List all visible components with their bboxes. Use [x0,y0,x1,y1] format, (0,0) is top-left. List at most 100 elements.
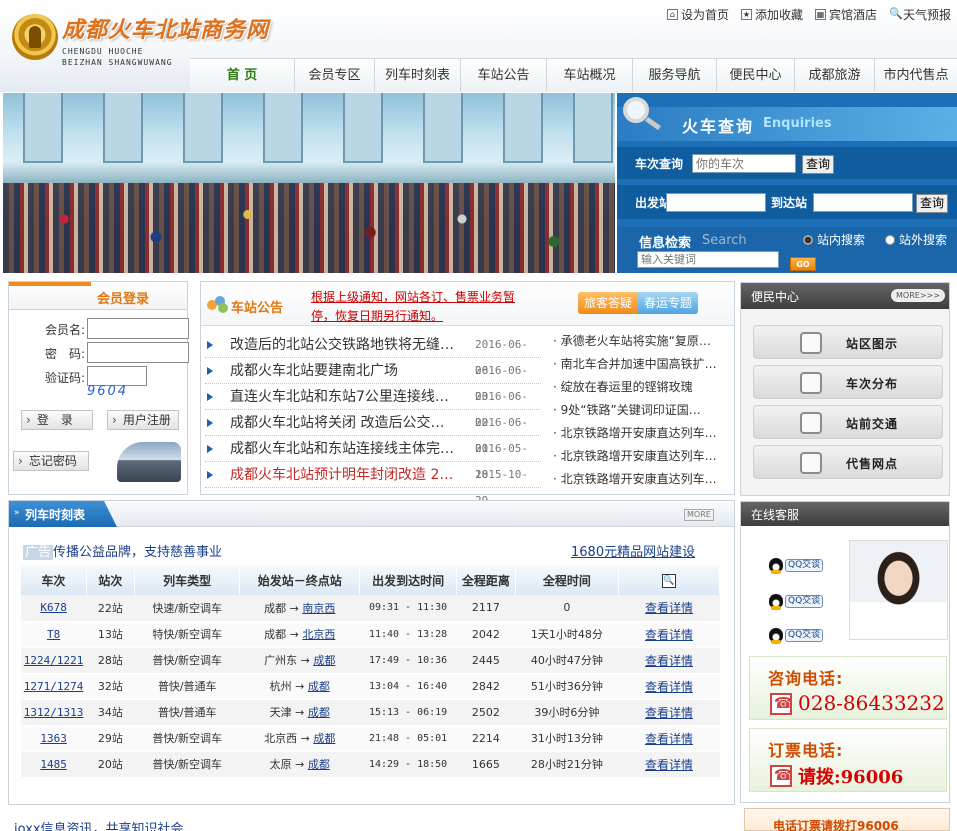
captcha-input[interactable] [87,366,147,386]
nav-item-service[interactable]: 服务导航 [632,58,716,92]
home-icon: ⌂ [666,9,678,20]
radio-site-search[interactable]: 站内搜索 [803,231,865,248]
from-station: 太原 [269,758,292,771]
toplink-hotel[interactable]: ▦ 宾馆酒店 [814,6,877,23]
convenience-item-ticket-agents[interactable]: 代售网点 [753,445,943,479]
notice-title: 车站公告 [231,301,284,316]
hotel-icon: ▦ [814,9,826,20]
qq-chat-button[interactable]: QQ交谈 [769,594,824,610]
timetable-more-button[interactable]: MORE [684,509,714,521]
nav-item-member[interactable]: 会员专区 [294,58,374,92]
list-item[interactable]: · 南北车合并加速中国高铁扩… [553,353,729,376]
toplink-weather[interactable]: 🔍 天气预报 [889,6,951,23]
to-station-link[interactable]: 成都 [308,706,330,719]
detail-link[interactable]: 查看详情 [618,621,720,648]
list-item[interactable]: · 承德老火车站将实施“复原… [553,330,729,353]
footer-left-text[interactable]: joxx信息资讯，共享知识社会 [14,818,184,831]
list-item[interactable]: 成都火车北站将关闭 改造后公交… 2016-06-01 [205,410,541,455]
notice-marquee[interactable]: 根据上级通知，网站各订、售票业务暂停，恢复日期另行通知。 [311,288,533,326]
column-header-search[interactable]: 🔍 [618,565,721,595]
convenience-item-station-map[interactable]: 站区图示 [753,325,943,359]
nav-item-home[interactable]: 首 页 [190,58,294,92]
detail-link[interactable]: 查看详情 [618,673,720,700]
detail-link[interactable]: 查看详情 [618,751,720,778]
list-item[interactable]: 改造后的北站公交铁路地铁将无缝… 2016-06-06 [205,332,541,377]
list-item[interactable]: 直连火车北站和东站7公里连接线… 2016-06-02 [205,384,541,429]
to-station-link[interactable]: 北京西 [302,628,335,641]
toplink-bookmark[interactable]: ★ 添加收藏 [740,6,803,23]
captcha-image[interactable]: 9604 [87,384,128,399]
list-item[interactable]: · 北京铁路增开安康直达列车… [553,445,729,468]
bookmark-icon: ★ [740,9,752,20]
to-station-link[interactable]: 成都 [308,680,330,693]
stops-cell: 28站 [86,647,135,674]
qq-chat-button[interactable]: QQ交谈 [769,558,824,574]
train-number-link[interactable]: K678 [21,595,87,622]
toplink-home[interactable]: ⌂ 设为首页 [666,6,729,23]
radio-web-search[interactable]: 站外搜索 [885,231,947,248]
detail-link[interactable]: 查看详情 [618,647,720,674]
list-item[interactable]: · 绽放在春运里的铿锵玫瑰 [553,376,729,399]
notice-text[interactable]: 成都火车北站和东站连接线主体完… [230,436,466,462]
timetable-title: 列车时刻表 [25,508,86,522]
notice-text[interactable]: 成都火车北站要建南北广场 [230,358,466,384]
password-input[interactable] [87,342,189,363]
train-no-query-button[interactable]: 查询 [802,155,835,174]
tab-passenger-qa[interactable]: 旅客答疑 [578,292,639,314]
station-query-button[interactable]: 查询 [916,194,949,213]
nav-item-agents[interactable]: 市内代售点 [874,58,957,92]
username-input[interactable] [87,318,189,339]
list-item[interactable]: · 北京铁路增开安康直达列车… [553,468,729,491]
notice-text[interactable]: 成都火车北站将关闭 改造后公交… [230,410,466,436]
keyword-input[interactable] [637,251,779,268]
arrow-icon: → [295,758,305,771]
notice-text[interactable]: 直连火车北站和东站7公里连接线… [230,384,466,410]
ad-banner-left[interactable]: 广告 传播公益品牌，支持慈善事业 [23,541,222,560]
to-station-input[interactable] [813,193,913,212]
list-item[interactable]: 成都火车北站和东站连接线主体完… 2016-05-18 [205,436,541,481]
tab-spring-festival[interactable]: 春运专题 [638,292,699,314]
notice-text[interactable]: 成都火车北站预计明年封闭改造 2… [230,462,466,488]
convenience-more-button[interactable]: MORE>>> [891,289,945,302]
list-item[interactable]: 成都火车北站要建南北广场 2016-06-03 [205,358,541,403]
train-type-cell: 普快/普通车 [134,699,240,726]
ad-banner-right[interactable]: 1680元精品网站建设 [571,541,695,560]
train-number-link[interactable]: 1312/1313 [21,699,87,726]
go-button[interactable]: GO [790,257,816,271]
to-station-link[interactable]: 成都 [313,654,335,667]
notice-text[interactable]: 改造后的北站公交铁路地铁将无缝… [230,332,466,358]
detail-link[interactable]: 查看详情 [618,699,720,726]
train-number-link[interactable]: 1363 [21,725,87,752]
footer-right-banner[interactable]: 电话订票请拨打96006 [744,808,950,831]
nav-item-tourism[interactable]: 成都旅游 [794,58,874,92]
nav-item-timetable[interactable]: 列车时刻表 [374,58,460,92]
from-station-input[interactable] [666,193,766,212]
register-button[interactable]: 用户注册 [107,410,179,430]
from-station: 天津 [269,706,292,719]
login-button[interactable]: 登 录 [21,410,93,430]
convenience-item-label: 站前交通 [846,417,899,431]
convenience-item-train-distribution[interactable]: 车次分布 [753,365,943,399]
list-item[interactable]: · 9处“铁路”关键词印证国… [553,399,729,422]
train-number-link[interactable]: T8 [21,621,87,648]
nav-item-overview[interactable]: 车站概况 [546,58,632,92]
list-item[interactable]: · 北京铁路增开安康直达列车… [553,422,729,445]
to-station-link[interactable]: 成都 [308,758,330,771]
to-station-link[interactable]: 成都 [313,732,335,745]
route-cell: 成都 → 北京西 [239,621,360,648]
to-station-link[interactable]: 南京西 [302,602,335,615]
site-title-en-line1: CHENGDU HUOCHE [62,47,144,56]
train-no-input[interactable] [692,154,796,173]
nav-item-convenience[interactable]: 便民中心 [716,58,794,92]
forgot-password-button[interactable]: 忘记密码 [13,451,89,471]
convenience-item-transport[interactable]: 站前交通 [753,405,943,439]
detail-link[interactable]: 查看详情 [618,725,720,752]
qq-chat-button[interactable]: QQ交谈 [769,628,824,644]
train-number-link[interactable]: 1224/1221 [21,647,87,674]
detail-link[interactable]: 查看详情 [618,595,720,622]
train-number-link[interactable]: 1271/1274 [21,673,87,700]
train-number-link[interactable]: 1485 [21,751,87,778]
list-item[interactable]: 成都火车北站预计明年封闭改造 2…2015-10-29 [205,462,541,507]
time-cell: 09:31 - 11:30 [359,595,457,622]
nav-item-notice[interactable]: 车站公告 [460,58,546,92]
